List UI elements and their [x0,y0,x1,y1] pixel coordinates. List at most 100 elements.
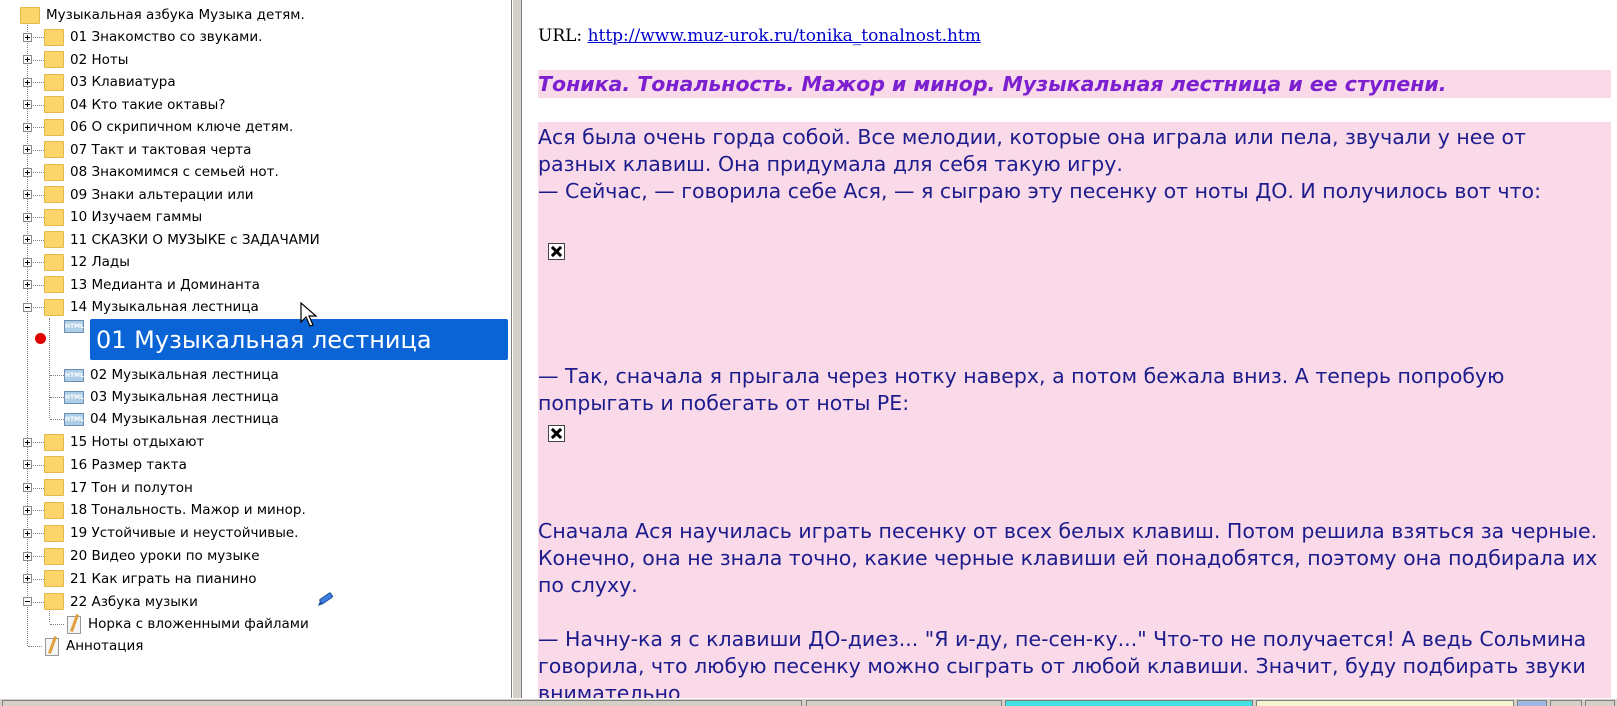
tree-connector [50,419,64,420]
folder-icon [44,433,64,451]
status-segment [1585,700,1615,706]
tree-folder[interactable]: 12 Лады [44,251,130,273]
tree-panel: Музыкальная азбука Музыка детям. 01 Знак… [0,0,512,698]
paragraph-2: — Сейчас, — говорила себе Ася, — я сыгра… [538,179,1541,203]
tree-connector [50,375,64,376]
tree-folder-label: 22 Азбука музыки [70,593,198,610]
tree-connector [28,646,42,647]
content-panel: URL: http://www.muz-urok.ru/tonika_tonal… [522,0,1617,698]
tree-folder[interactable]: 07 Такт и тактовая черта [44,139,251,161]
tree-folder[interactable]: 09 Знаки альтерации или [44,184,254,206]
tree-item-norka[interactable]: Норка с вложенными файлами [64,613,309,635]
expand-icon[interactable] [23,212,32,222]
html-page-icon: HTML [64,368,84,382]
tree-page-item[interactable]: HTML 02 Музыкальная лестница [64,364,279,386]
tree-folder-label: 08 Знакомимся с семьей нот. [70,164,279,180]
status-segment [1005,700,1253,706]
expand-icon[interactable] [23,574,32,584]
folder-icon [44,141,64,158]
folder-icon [44,186,64,203]
tree-folder-label: 03 Клавиатура [70,74,176,90]
tree-folder-label: 14 Музыкальная лестница [70,299,259,315]
folder-icon [44,456,64,474]
tree-folder[interactable]: 15 Ноты отдыхают [44,431,204,453]
broken-image-icon [548,425,565,442]
expand-icon[interactable] [23,167,32,177]
tree-root-label: Музыкальная азбука Музыка детям. [46,7,305,23]
expand-icon[interactable] [23,77,32,87]
tree-folder-label: 09 Знаки альтерации или [70,186,254,203]
expand-icon[interactable] [23,122,32,132]
tree-folder[interactable]: 21 Как играть на пианино [44,568,257,590]
collapse-icon[interactable] [23,302,32,312]
tree-folder[interactable]: 10 Изучаем гаммы [44,206,202,228]
expand-icon[interactable] [23,55,32,64]
pencil-icon[interactable] [316,590,336,608]
expand-icon[interactable] [23,257,32,267]
expand-icon[interactable] [23,190,32,199]
expand-icon[interactable] [23,235,32,244]
panel-splitter[interactable] [512,0,522,698]
folder-icon [44,547,64,565]
url-link[interactable]: http://www.muz-urok.ru/tonika_tonalnost.… [588,26,981,46]
tree-folder[interactable]: 06 О скрипичном ключе детям. [44,116,293,138]
tree-folder[interactable]: 13 Медианта и Доминанта [44,274,260,296]
tree-folder[interactable]: 17 Тон и полутон [44,477,193,499]
paragraph-4: Сначала Ася научилась играть песенку от … [538,519,1598,597]
tree-folder-label: 15 Ноты отдыхают [70,434,205,450]
status-segment [1550,700,1582,706]
tree-folder[interactable]: 14 Музыкальная лестница [44,296,259,318]
tree-folder[interactable]: 04 Кто такие октавы? [44,94,225,116]
tree-folder[interactable]: 16 Размер такта [44,454,187,476]
tree-folder[interactable]: 11 СКАЗКИ О МУЗЫКЕ с ЗАДАЧАМИ [44,229,320,251]
collapse-icon[interactable] [23,597,32,607]
tree-folder-label: 17 Тон и полутон [70,479,193,496]
url-line: URL: http://www.muz-urok.ru/tonika_tonal… [538,26,981,46]
expand-icon[interactable] [23,460,32,470]
paragraph-5: — Начну-ка я с клавиши ДО-диез... "Я и-д… [538,627,1587,698]
expand-icon[interactable] [23,437,32,447]
expand-icon[interactable] [23,505,32,515]
tree-folder[interactable]: 02 Ноты [44,49,128,71]
tree-folder-label: 21 Как играть на пианино [70,570,257,587]
tree-item-label: Норка с вложенными файлами [88,616,309,632]
tree-item-annotation[interactable]: Аннотация [42,635,143,657]
tree-folder[interactable]: 08 Знакомимся с семьей нот. [44,161,279,183]
expand-icon[interactable] [23,145,32,154]
tree-folder[interactable]: 20 Видео уроки по музыке [44,545,260,567]
bookmark-dot-icon [35,333,46,344]
tree-page-item[interactable]: HTML 04 Музыкальная лестница [64,408,279,430]
tree-folder[interactable]: 01 Знакомство со звуками. [44,26,262,48]
tree-page-label: 03 Музыкальная лестница [90,389,279,405]
tree-guide-line [49,318,50,418]
expand-icon[interactable] [23,32,32,42]
folder-icon [44,570,64,588]
expand-icon[interactable] [23,551,32,561]
expand-icon[interactable] [23,483,32,493]
tree-folder[interactable]: 19 Устойчивые и неустойчивые. [44,522,298,544]
tree-connector [50,397,64,398]
tree-root[interactable]: Музыкальная азбука Музыка детям. [20,4,305,26]
tree-folder[interactable]: 22 Азбука музыки [44,591,198,613]
tree-page-label: 02 Музыкальная лестница [90,367,279,383]
paragraph-3: — Так, сначала я прыгала через нотку нав… [538,364,1505,415]
status-segment [806,700,1002,706]
tree-item-selected[interactable]: 01 Музыкальная лестница [90,319,508,360]
paragraph-1: Ася была очень горда собой. Все мелодии,… [538,125,1526,176]
folder-icon [44,524,64,542]
html-page-icon: HTML [64,390,84,404]
tree-folder[interactable]: 18 Тональность. Мажор и минор. [44,499,306,521]
tree-folder-label: 19 Устойчивые и неустойчивые. [70,525,299,542]
folder-icon [44,28,64,46]
expand-icon[interactable] [23,280,32,289]
status-bar [0,698,1617,706]
tree-page-item[interactable]: HTML 03 Музыкальная лестница [64,386,279,408]
expand-icon[interactable] [23,528,32,538]
tree-folder-label: 10 Изучаем гаммы [70,209,203,225]
expand-icon[interactable] [23,100,32,109]
url-label: URL: [538,26,583,46]
folder-icon [44,208,64,226]
status-segment [2,700,802,706]
html-page-icon: HTML [64,320,84,333]
tree-folder[interactable]: 03 Клавиатура [44,71,176,93]
